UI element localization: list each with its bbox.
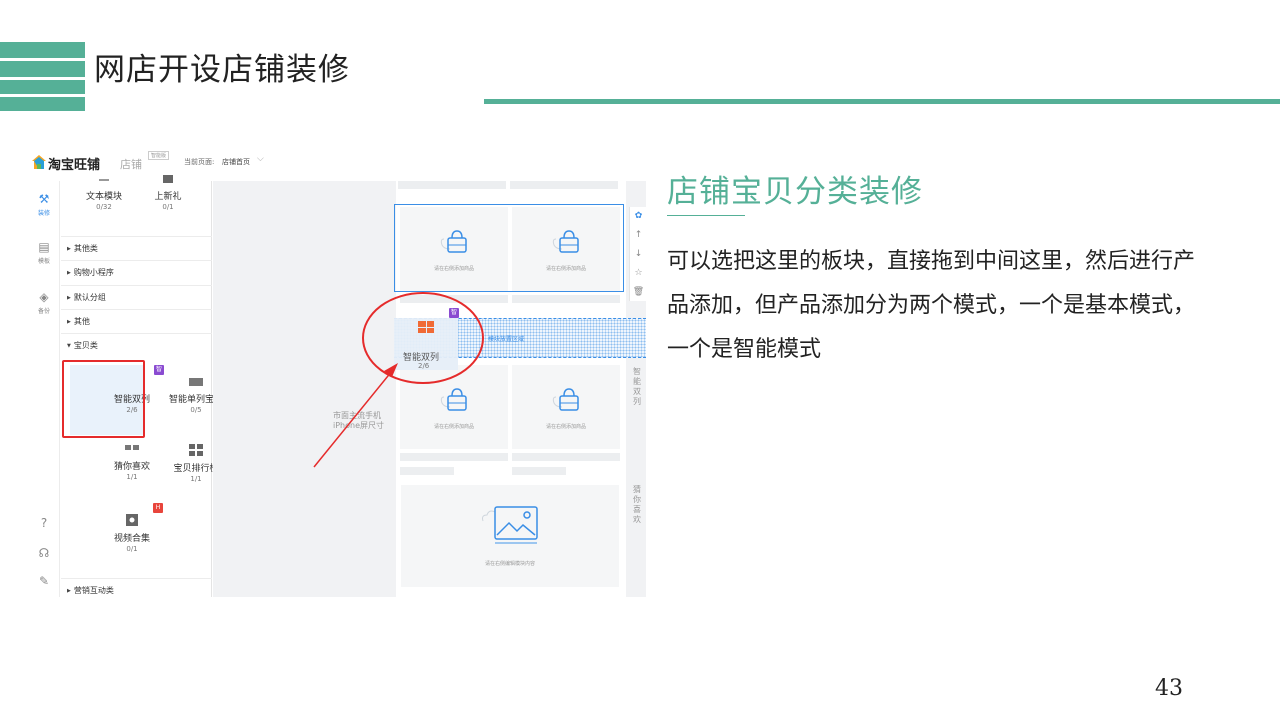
page-number: 43 [1155,676,1183,701]
section-rule [667,215,745,216]
title-rule [484,99,1280,104]
section-body: 可以选把这里的板块，直接拖到中间这里，然后进行产品添加，但产品添加分为两个模式，… [667,249,1196,362]
section-title: 店铺宝贝分类装修 [667,174,923,210]
annotation-arrow [313,292,484,468]
header-stripe [0,80,85,94]
header-stripe [0,42,85,58]
header-stripe [0,97,85,111]
header-stripe [0,61,85,77]
slide-title: 网店开设店铺装修 [94,52,350,88]
editor-screenshot: 淘宝旺铺 店铺 智能版 当前页面: 店铺首页 ⌵ ⚒ 装修 ▤ 模板 ◈ 备份 … [28,145,646,597]
